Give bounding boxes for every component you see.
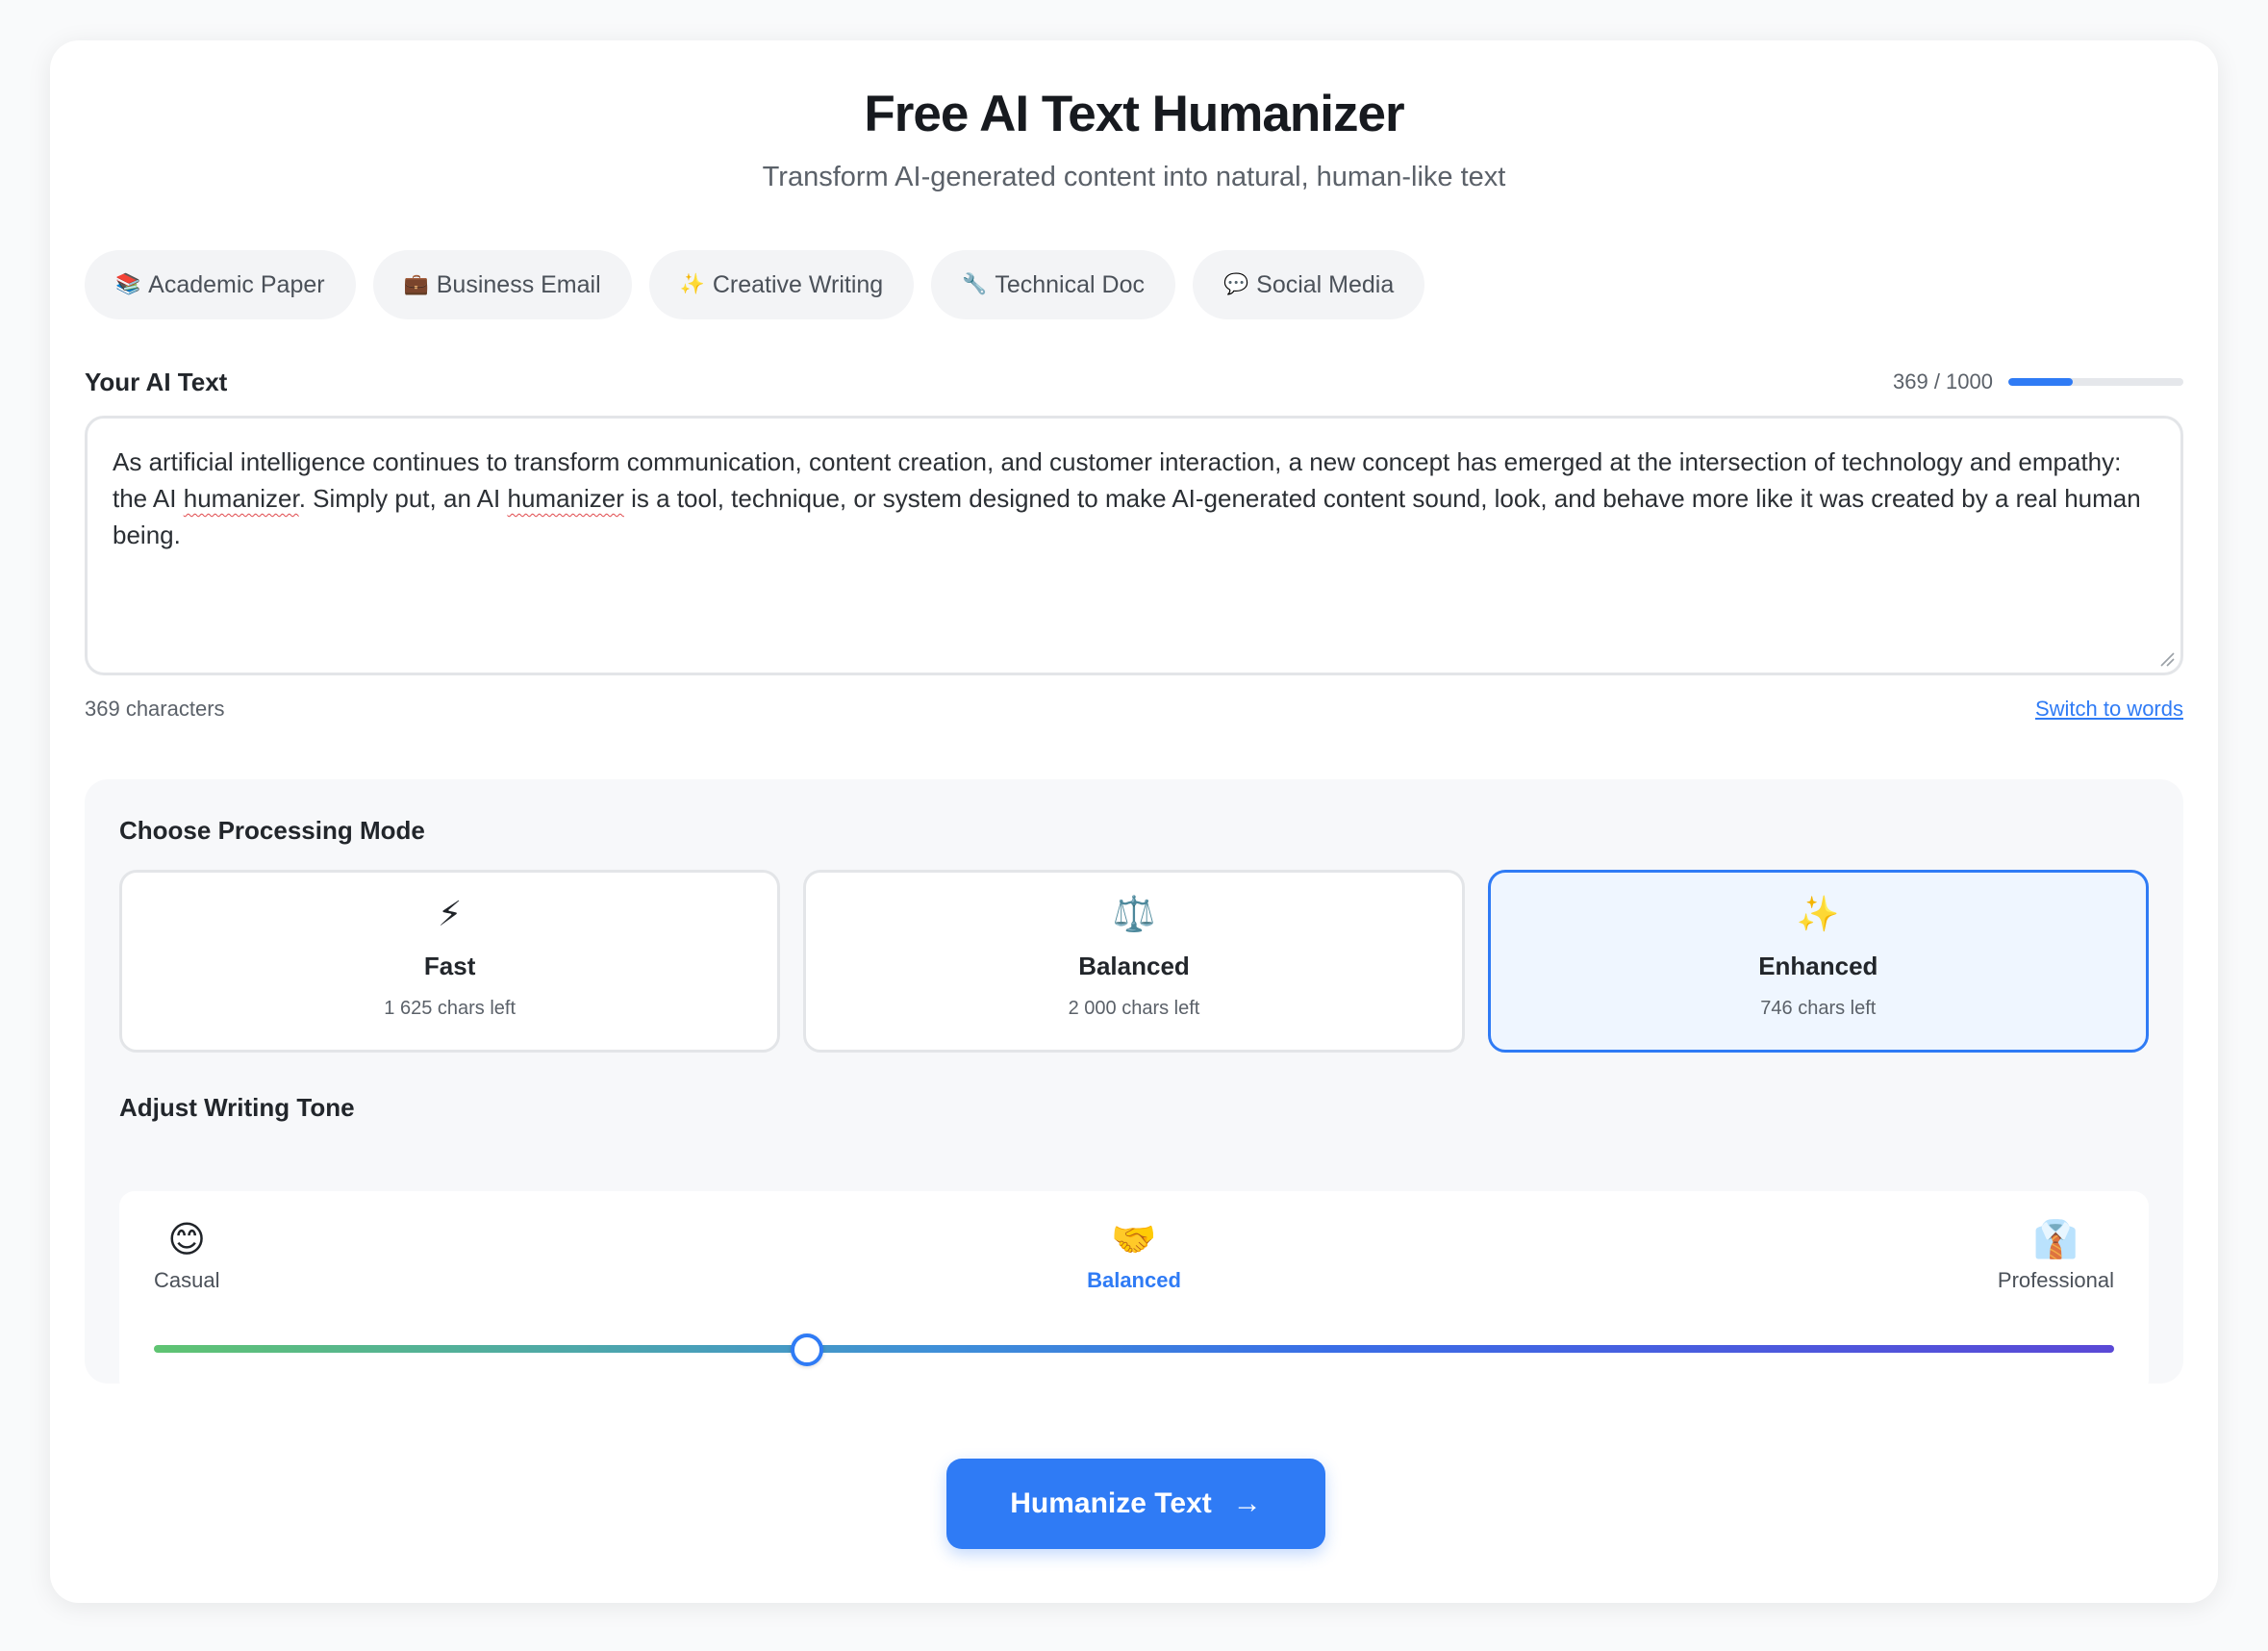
page-subtitle: Transform AI-generated content into natu… — [762, 162, 1506, 192]
tone-slider-box: 😊 Casual 🤝 Balanced 👔 Professional — [119, 1191, 2149, 1395]
tone-option-professional[interactable]: 👔 Professional — [1998, 1218, 2114, 1293]
char-limit-text: 369 / 1000 — [1893, 369, 1993, 394]
input-header: Your AI Text 369 / 1000 — [85, 364, 2183, 402]
spellcheck-word: humanizer — [507, 484, 624, 513]
mode-balanced[interactable]: ⚖️ Balanced 2 000 chars left — [803, 870, 1465, 1053]
tone-name: Professional — [1997, 1268, 2114, 1292]
settings-panel: Choose Processing Mode ⚡ Fast 1 625 char… — [85, 779, 2183, 1395]
input-label: Your AI Text — [85, 368, 228, 396]
switch-to-words-link[interactable]: Switch to words — [2035, 697, 2183, 722]
template-label: Creative Writing — [712, 270, 884, 298]
scales-icon: ⚖️ — [1112, 894, 1156, 933]
mode-chars-left: 2 000 chars left — [1068, 998, 1200, 1019]
mode-chars-left: 1 625 chars left — [384, 998, 517, 1019]
humanize-text-button[interactable]: Humanize Text → — [946, 1459, 1325, 1549]
lightning-icon: ⚡ — [438, 894, 463, 933]
page-title: Free AI Text Humanizer — [864, 86, 1404, 142]
template-academic-paper[interactable]: 📚 Academic Paper — [85, 250, 356, 319]
sparkles-icon: ✨ — [1796, 894, 1840, 933]
char-limit-progress-bar — [2008, 378, 2183, 386]
template-social-media[interactable]: 💬 Social Media — [1192, 250, 1425, 319]
template-technical-doc[interactable]: 🔧 Technical Doc — [931, 250, 1175, 319]
speech-bubble-icon: 💬 — [1222, 273, 1249, 295]
template-label: Social Media — [1256, 270, 1395, 298]
mode-fast[interactable]: ⚡ Fast 1 625 chars left — [119, 870, 781, 1053]
sparkles-icon: ✨ — [679, 273, 705, 295]
arrow-right-icon: → — [1232, 1487, 1262, 1519]
template-label: Technical Doc — [995, 270, 1145, 298]
char-limit-progress-fill — [2008, 378, 2074, 386]
mode-name: Enhanced — [1758, 952, 1878, 980]
input-footer: 369 characters Switch to words — [85, 697, 2183, 725]
template-business-email[interactable]: 💼 Business Email — [372, 250, 632, 319]
handshake-icon: 🤝 — [1111, 1220, 1157, 1260]
writing-tone-label: Adjust Writing Tone — [119, 1093, 355, 1122]
tone-option-balanced[interactable]: 🤝 Balanced — [119, 1218, 2149, 1293]
mode-name: Fast — [423, 952, 476, 980]
tone-name: Balanced — [1087, 1268, 1181, 1292]
char-count: 369 characters — [85, 697, 225, 721]
humanizer-card: Free AI Text Humanizer Transform AI-gene… — [50, 40, 2218, 1603]
humanize-button-label: Humanize Text — [1010, 1487, 1212, 1519]
tone-slider-thumb[interactable] — [790, 1334, 823, 1366]
char-limit-counter: 369 / 1000 — [1893, 369, 2183, 394]
wrench-icon: 🔧 — [962, 273, 988, 295]
mode-enhanced[interactable]: ✨ Enhanced 746 chars left — [1487, 870, 2149, 1053]
template-pills: 📚 Academic Paper 💼 Business Email ✨ Crea… — [85, 250, 1425, 319]
mode-chars-left: 746 chars left — [1760, 998, 1877, 1019]
necktie-icon: 👔 — [2032, 1220, 2079, 1260]
ai-text-content[interactable]: As artificial intelligence continues to … — [113, 444, 2155, 553]
template-creative-writing[interactable]: ✨ Creative Writing — [648, 250, 915, 319]
books-icon: 📚 — [115, 273, 141, 295]
template-label: Academic Paper — [148, 270, 325, 298]
processing-mode-options: ⚡ Fast 1 625 chars left ⚖️ Balanced 2 00… — [119, 870, 2149, 1053]
tone-slider-track[interactable] — [154, 1345, 2114, 1353]
template-label: Business Email — [436, 270, 601, 298]
processing-mode-label: Choose Processing Mode — [119, 816, 425, 845]
resize-handle-icon[interactable] — [2157, 649, 2175, 667]
ai-text-input[interactable]: As artificial intelligence continues to … — [85, 416, 2183, 675]
text-segment: . Simply put, an AI — [298, 484, 508, 513]
spellcheck-word: humanizer — [183, 484, 299, 513]
mode-name: Balanced — [1078, 952, 1190, 980]
briefcase-icon: 💼 — [403, 273, 429, 295]
